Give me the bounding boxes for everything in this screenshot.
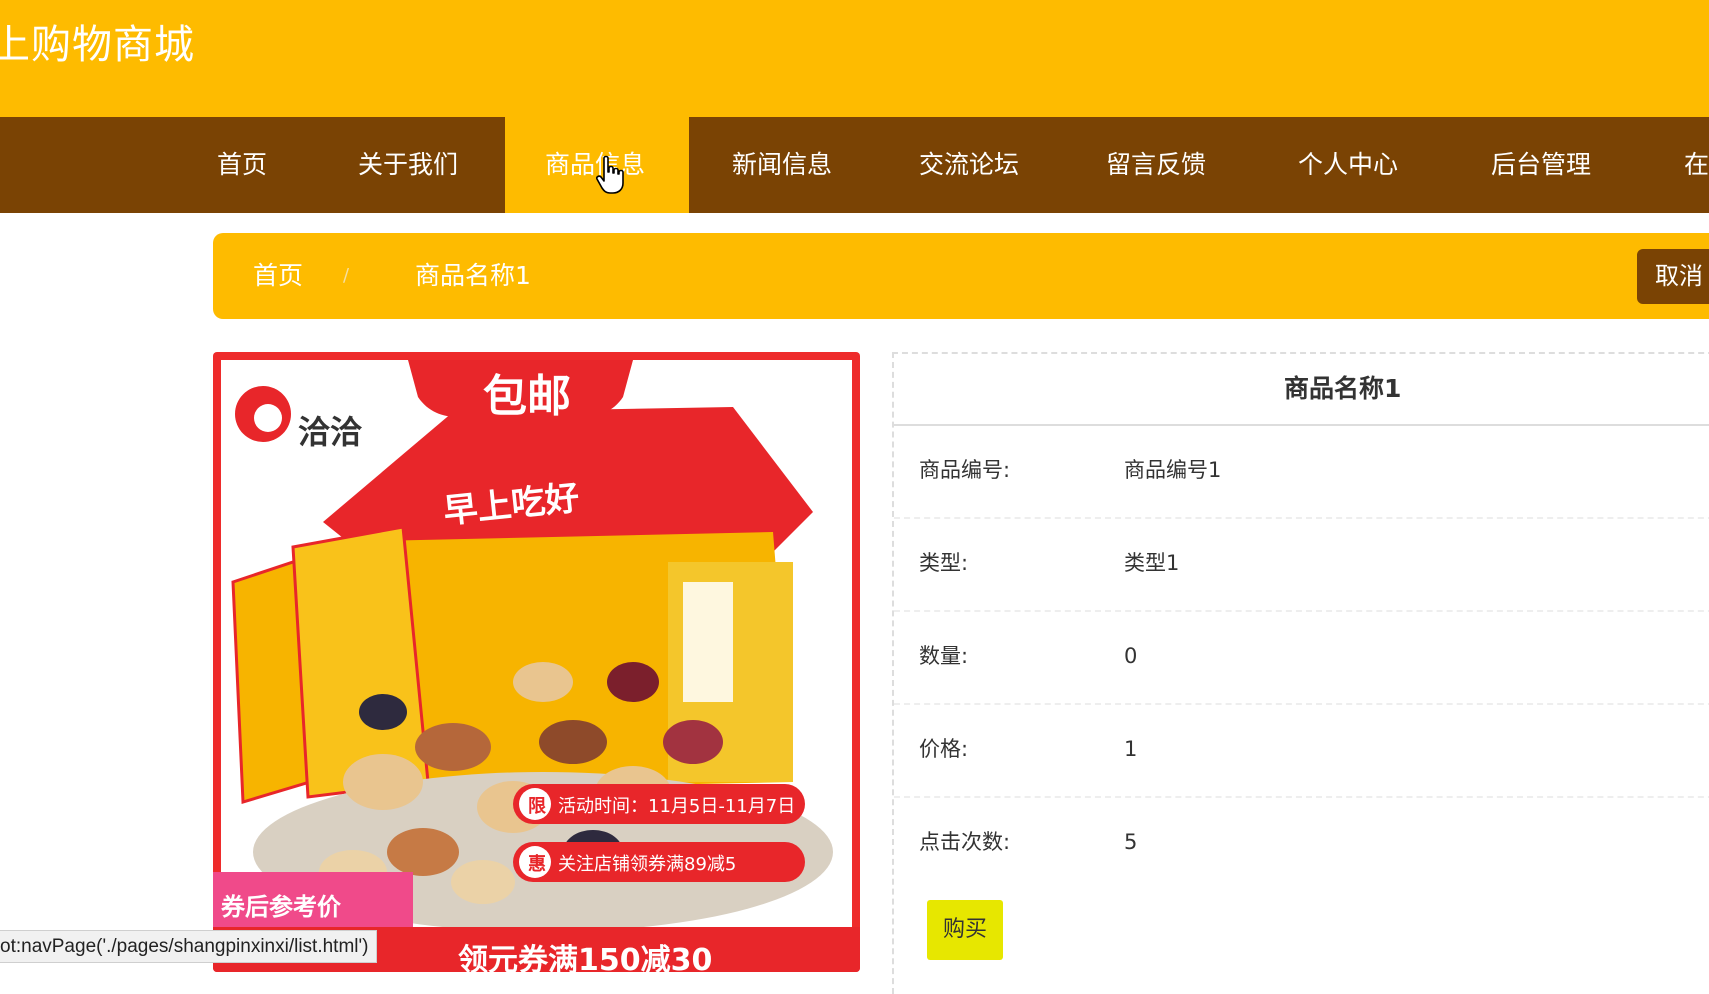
detail-label: 点击次数: [919, 830, 1011, 854]
nav-item-about[interactable]: 关于我们 [358, 117, 458, 213]
detail-value: 1 [1124, 737, 1138, 761]
cancel-button[interactable]: 取消 [1637, 249, 1709, 304]
coupon-banner: 领元券满150减30 [458, 943, 713, 972]
main-nav: 首页 关于我们 商品信息 新闻信息 交流论坛 留言反馈 个人中心 后台管理 在 [0, 117, 1709, 213]
nav-item-admin[interactable]: 后台管理 [1491, 117, 1591, 213]
buy-button[interactable]: 购买 [927, 900, 1003, 960]
product-image: 包邮 洽洽 早上吃好 限 活动时间：11月5日-11月7日 惠 关注店铺领券满8… [213, 352, 860, 972]
detail-value: 5 [1124, 830, 1138, 854]
breadcrumb-separator: / [343, 265, 350, 286]
detail-label: 类型: [919, 551, 969, 575]
detail-row-price: 价格: 1 [894, 703, 1709, 798]
nav-item-home[interactable]: 首页 [217, 117, 267, 213]
detail-value: 类型1 [1124, 551, 1180, 575]
detail-label: 价格: [919, 737, 969, 761]
nav-item-forum[interactable]: 交流论坛 [919, 117, 1019, 213]
site-header: 上购物商城 [0, 0, 1709, 117]
detail-value: 0 [1124, 644, 1138, 668]
detail-label: 数量: [919, 644, 969, 668]
breadcrumb-home[interactable]: 首页 [253, 233, 303, 319]
promo-activity-time: 活动时间：11月5日-11月7日 [558, 796, 796, 817]
detail-row-click-count: 点击次数: 5 [894, 796, 1709, 889]
detail-row-quantity: 数量: 0 [894, 610, 1709, 705]
site-title: 上购物商城 [0, 22, 195, 68]
breadcrumb-current: 商品名称1 [415, 261, 531, 290]
nav-item-news[interactable]: 新闻信息 [732, 117, 832, 213]
product-detail-panel: 商品名称1 商品编号: 商品编号1 类型: 类型1 数量: 0 价格: 1 点击… [892, 352, 1709, 994]
detail-row-type: 类型: 类型1 [894, 517, 1709, 612]
promo-follow-shop: 关注店铺领券满89减5 [558, 854, 737, 875]
product-title: 商品名称1 [894, 354, 1709, 426]
breadcrumb: 首页 / 商品名称1 [213, 233, 1709, 319]
detail-value: 商品编号1 [1124, 458, 1222, 482]
nav-item-feedback[interactable]: 留言反馈 [1106, 117, 1206, 213]
promo-discount-tag: 惠 [528, 854, 546, 875]
free-shipping-badge: 包邮 [483, 371, 571, 422]
price-tag-label: 券后参考价 [221, 893, 341, 921]
detail-label: 商品编号: [919, 458, 1011, 482]
nav-item-products[interactable]: 商品信息 [505, 117, 689, 213]
brand-logo-text: 洽洽 [298, 413, 363, 451]
nav-item-user-center[interactable]: 个人中心 [1298, 117, 1398, 213]
nav-item-more[interactable]: 在 [1684, 117, 1709, 213]
product-title-text: 商品名称1 [1284, 374, 1402, 403]
detail-row-product-code: 商品编号: 商品编号1 [894, 424, 1709, 519]
browser-status-bar: ot:navPage('./pages/shangpinxinxi/list.h… [0, 930, 378, 963]
promo-limit-tag: 限 [528, 796, 546, 817]
